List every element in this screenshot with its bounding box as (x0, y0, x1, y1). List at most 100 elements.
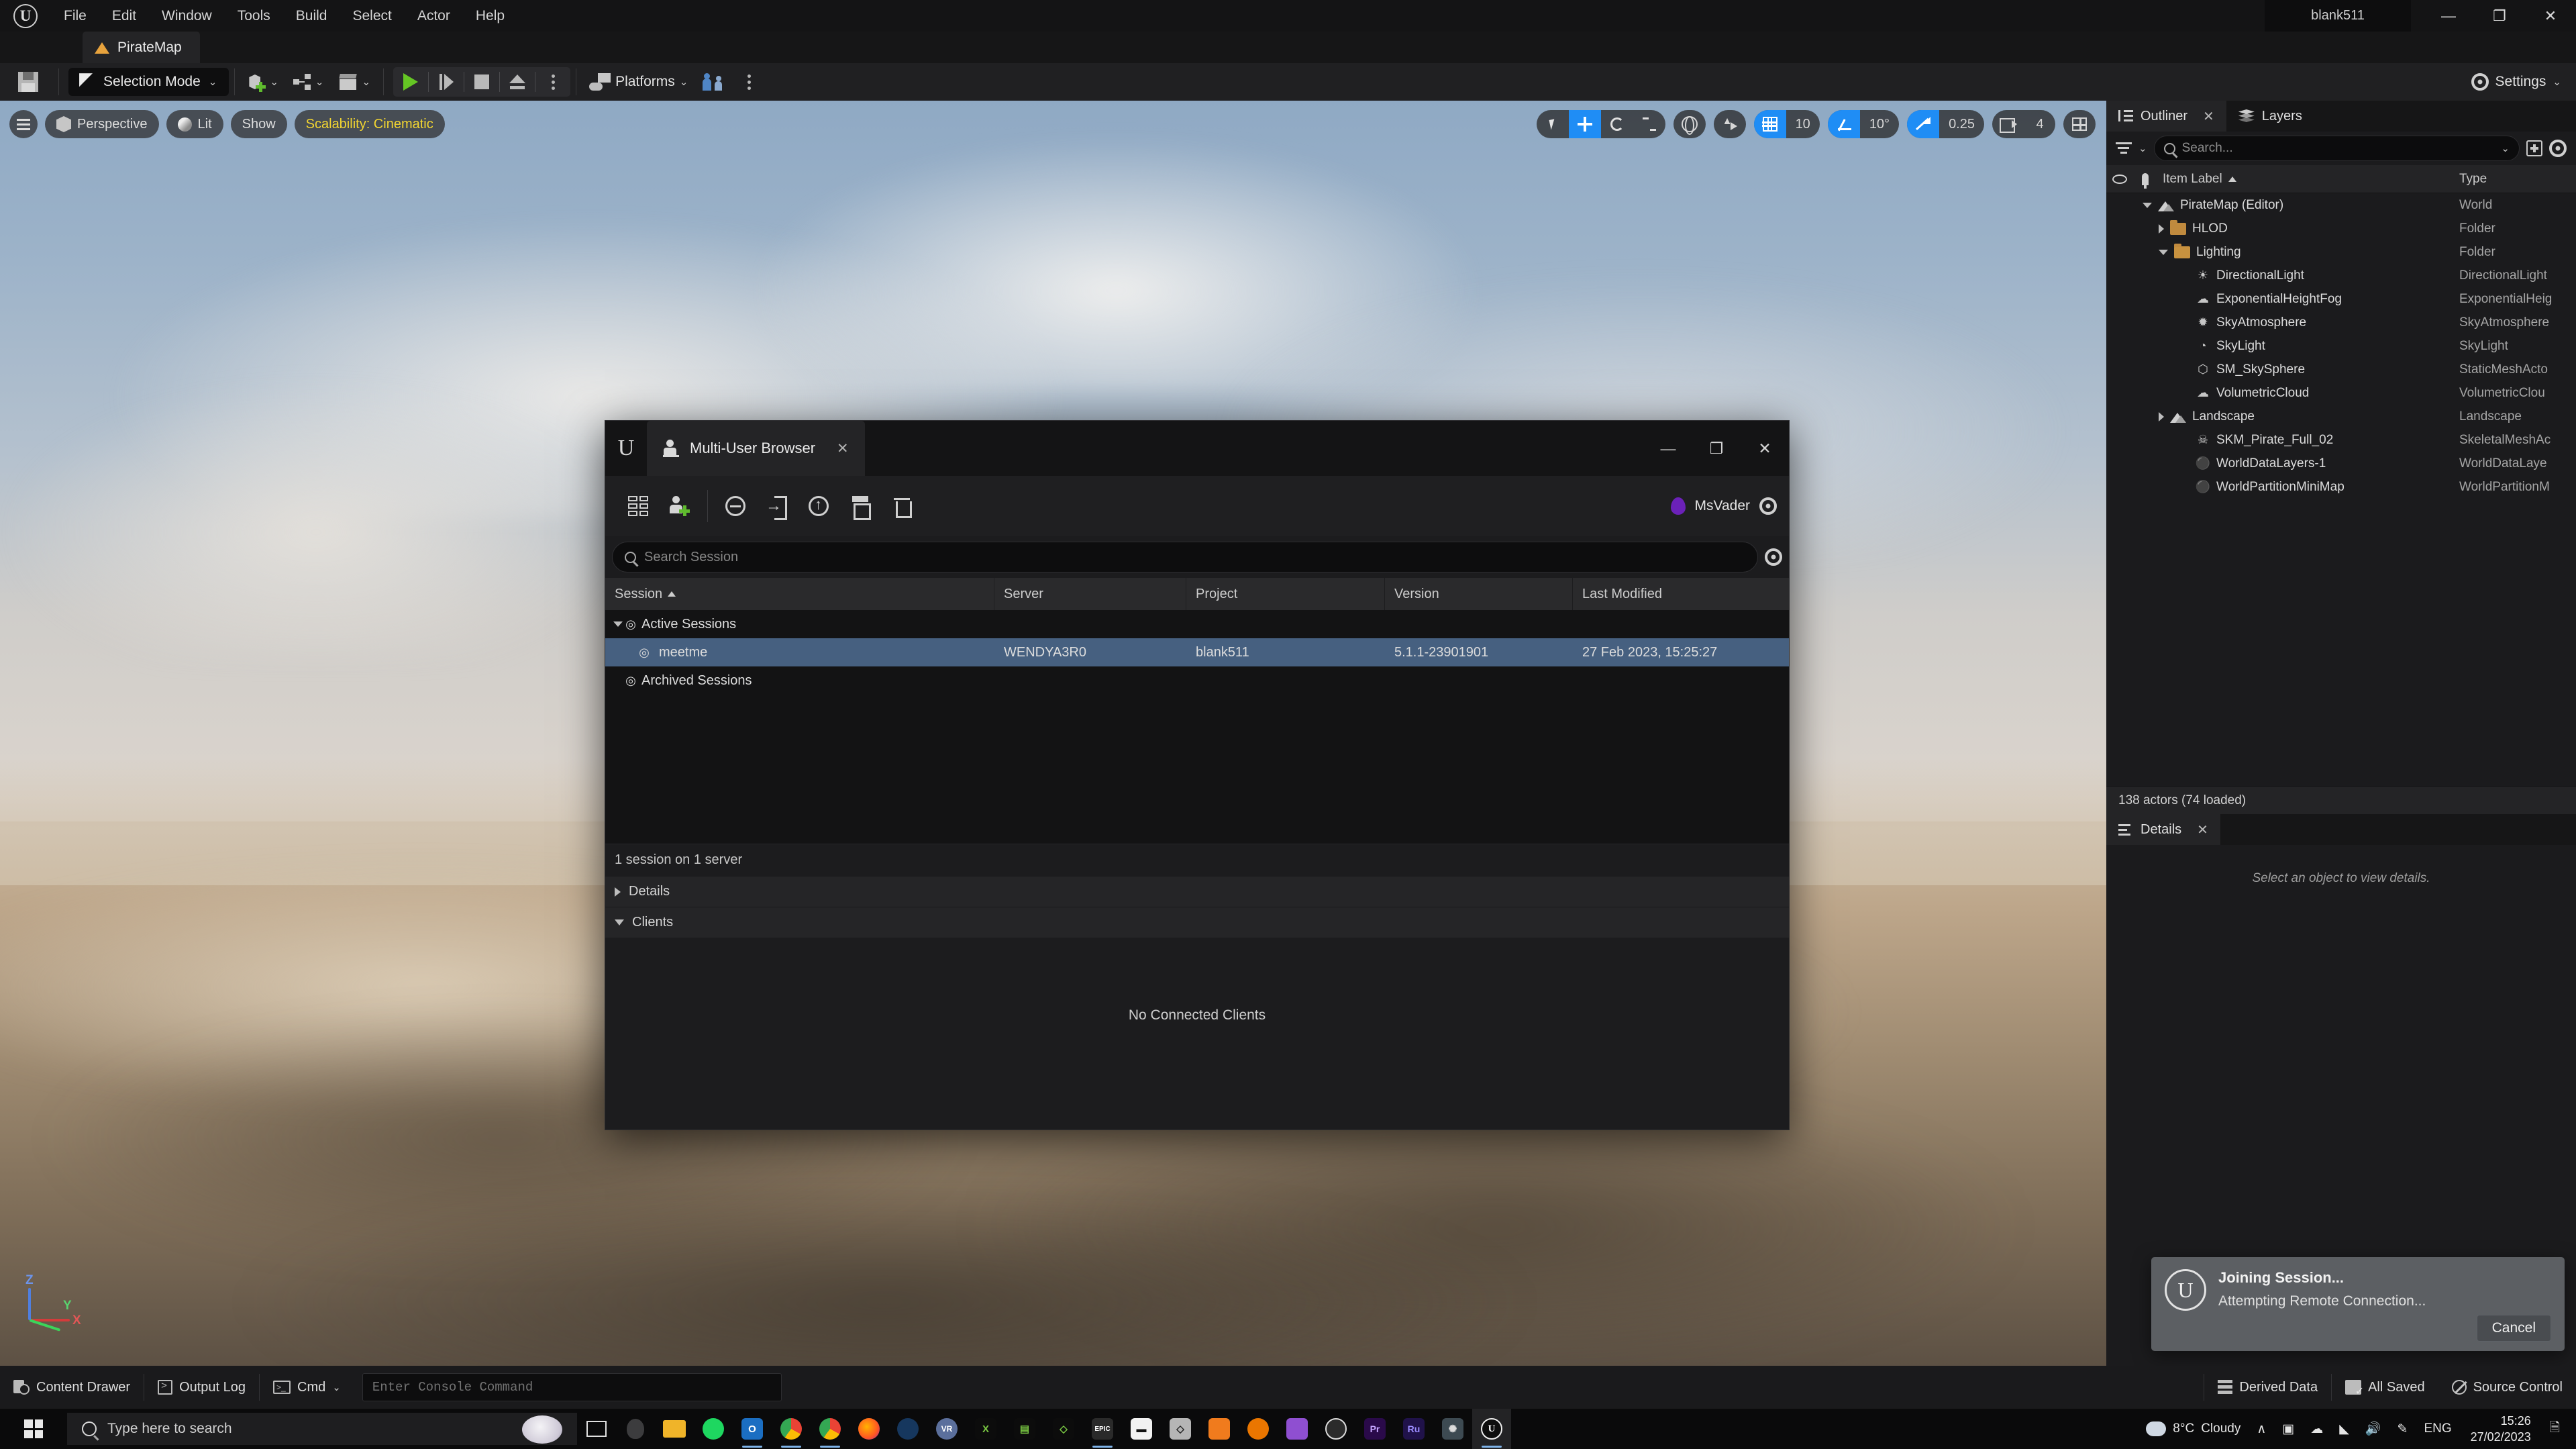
grid-snap-value[interactable]: 10 (1786, 110, 1820, 138)
mub-close-button[interactable]: ✕ (1741, 421, 1789, 476)
multi-user-toolbar-button[interactable] (695, 66, 730, 97)
expand-triangle-icon[interactable] (2159, 249, 2168, 255)
collapse-triangle-icon[interactable] (2159, 223, 2164, 234)
source-control-button[interactable]: Source Control (2438, 1366, 2576, 1409)
cmd-dropdown[interactable]: >_ Cmd ⌄ (260, 1366, 354, 1409)
outliner-row[interactable]: ☀ DirectionalLight DirectionalLight (2106, 264, 2576, 287)
tab-piratemap[interactable]: PirateMap (83, 32, 200, 63)
collapse-triangle-icon[interactable] (2159, 411, 2164, 421)
taskbar-app-firefox[interactable] (849, 1409, 888, 1449)
camera-speed-group[interactable]: 4 (1992, 110, 2055, 138)
toolbar-more-button[interactable] (730, 66, 768, 97)
viewport-layout-button[interactable] (2063, 110, 2096, 138)
console-command-input[interactable]: Enter Console Command (362, 1373, 782, 1401)
output-log-button[interactable]: Output Log (144, 1366, 259, 1409)
new-session-button[interactable] (659, 485, 701, 527)
outliner-row[interactable]: ☠ SKM_Pirate_Full_02 SkeletalMeshAc (2106, 428, 2576, 452)
taskbar-app-substance[interactable]: ✺ (1433, 1409, 1472, 1449)
angle-snap-value[interactable]: 10° (1860, 110, 1899, 138)
multi-user-browser-dialog[interactable]: U Multi-User Browser ✕ — ❐ ✕ MsV (605, 420, 1790, 1130)
mub-clients-section[interactable]: Clients (605, 907, 1789, 938)
grid-snap-toggle[interactable] (1753, 110, 1786, 138)
taskbar-app-white[interactable]: ▬ (1122, 1409, 1161, 1449)
taskbar-search-input[interactable]: Type here to search (67, 1413, 577, 1445)
maximize-button[interactable]: ❐ (2474, 0, 2525, 32)
taskbar-app-blender[interactable] (1239, 1409, 1278, 1449)
item-label-column-header[interactable]: Item Label (2157, 172, 2459, 187)
outliner-row[interactable]: ⬡ SM_SkySphere StaticMeshActo (2106, 358, 2576, 381)
perspective-button[interactable]: Perspective (45, 110, 159, 138)
mub-minimize-button[interactable]: — (1644, 421, 1692, 476)
taskbar-app-chrome[interactable] (772, 1409, 811, 1449)
notification-center-icon[interactable]: 🗎 (2542, 1409, 2568, 1449)
select-tool-button[interactable] (1537, 110, 1569, 138)
visibility-column-header[interactable] (2106, 174, 2133, 184)
chevron-down-icon-filter[interactable]: ⌄ (2139, 142, 2147, 154)
restore-session-button[interactable] (715, 485, 756, 527)
col-last-modified[interactable]: Last Modified (1573, 578, 1789, 610)
mub-tab[interactable]: Multi-User Browser ✕ (647, 421, 865, 476)
stop-button[interactable] (464, 67, 499, 97)
taskbar-app-green[interactable]: ▤ (1005, 1409, 1044, 1449)
tray-icon-network[interactable]: ◣ (2331, 1409, 2357, 1449)
taskbar-app-vr[interactable]: VR (927, 1409, 966, 1449)
delete-session-button[interactable] (881, 485, 923, 527)
selection-mode-dropdown[interactable]: Selection Mode ⌄ (68, 68, 229, 96)
tab-layers[interactable]: Layers (2226, 101, 2314, 132)
surface-snap-button[interactable] (1713, 110, 1746, 138)
mub-search-options-gear-icon[interactable] (1765, 548, 1782, 566)
taskbar-app-alienware[interactable] (616, 1409, 655, 1449)
taskbar-app-rush[interactable]: Ru (1394, 1409, 1433, 1449)
taskbar-app-chrome-2[interactable] (811, 1409, 849, 1449)
tray-icon-volume[interactable]: 🔊 (2357, 1409, 2389, 1449)
play-options-button[interactable] (535, 67, 570, 97)
taskbar-app-epic-games[interactable]: EPIC (1083, 1409, 1122, 1449)
taskbar-app-file-explorer[interactable] (655, 1409, 694, 1449)
outliner-row[interactable]: ☁ VolumetricCloud VolumetricClou (2106, 381, 2576, 405)
outliner-settings-gear-icon[interactable] (2549, 140, 2567, 157)
scale-tool-button[interactable] (1633, 110, 1665, 138)
mub-details-section[interactable]: Details (605, 876, 1789, 907)
taskbar-app-steam[interactable] (888, 1409, 927, 1449)
session-group-active[interactable]: ◎ Active Sessions (605, 610, 1789, 638)
taskbar-app-xsplit[interactable]: X (966, 1409, 1005, 1449)
outliner-row[interactable]: Landscape Landscape (2106, 405, 2576, 428)
taskbar-app-obs[interactable] (1317, 1409, 1355, 1449)
menu-help[interactable]: Help (463, 0, 517, 32)
settings-button[interactable]: Settings ⌄ (2471, 63, 2561, 101)
minimize-button[interactable]: — (2423, 0, 2474, 32)
taskview-button[interactable] (577, 1409, 616, 1449)
col-server[interactable]: Server (994, 578, 1186, 610)
taskbar-app-unreal-engine[interactable]: U (1472, 1409, 1511, 1449)
taskbar-app-arrow[interactable]: ◇ (1044, 1409, 1083, 1449)
all-saved-button[interactable]: All Saved (2332, 1366, 2438, 1409)
outliner-search-input[interactable]: Search... ⌄ (2153, 136, 2520, 161)
join-session-button[interactable] (756, 485, 798, 527)
col-project[interactable]: Project (1186, 578, 1385, 610)
platforms-button[interactable]: Platforms ⌄ (582, 66, 695, 97)
tray-icon-onedrive[interactable]: ☁ (2302, 1409, 2331, 1449)
close-icon-details[interactable]: ✕ (2197, 821, 2208, 838)
taskbar-clock[interactable]: 15:26 27/02/2023 (2460, 1409, 2542, 1449)
coordinate-space-button[interactable] (1673, 110, 1706, 138)
menu-window[interactable]: Window (149, 0, 225, 32)
menu-file[interactable]: File (51, 0, 99, 32)
menu-edit[interactable]: Edit (99, 0, 149, 32)
launch-server-button[interactable] (617, 485, 659, 527)
save-icon[interactable] (18, 72, 38, 92)
new-folder-icon[interactable] (2526, 140, 2542, 156)
weather-widget[interactable]: 8°C Cloudy (2138, 1409, 2249, 1449)
expand-triangle-icon[interactable] (613, 621, 623, 627)
archive-session-button[interactable] (839, 485, 881, 527)
taskbar-app-spotify[interactable] (694, 1409, 733, 1449)
blueprints-button[interactable]: ⌄ (286, 66, 331, 97)
angle-snap-toggle[interactable] (1827, 110, 1860, 138)
cinematics-button[interactable]: ⌄ (331, 66, 378, 97)
eject-button[interactable] (500, 67, 535, 97)
menu-build[interactable]: Build (283, 0, 340, 32)
cancel-button[interactable]: Cancel (2476, 1315, 2551, 1342)
outliner-row[interactable]: ✹ SkyAtmosphere SkyAtmosphere (2106, 311, 2576, 334)
scale-snap-toggle[interactable] (1907, 110, 1940, 138)
scale-snap-value[interactable]: 0.25 (1939, 110, 1984, 138)
outliner-row[interactable]: Lighting Folder (2106, 240, 2576, 264)
